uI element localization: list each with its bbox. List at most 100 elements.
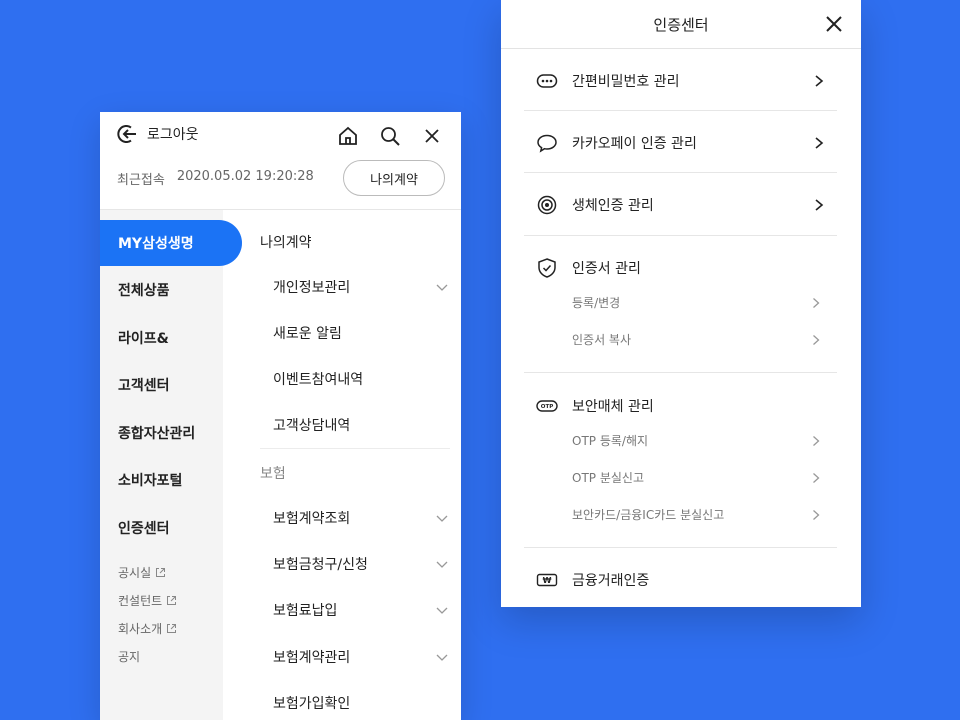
nav-link-notice[interactable]: 공지 <box>118 648 140 665</box>
nav-item-my[interactable]: MY삼성생명 <box>100 220 242 266</box>
sub-item-consultation-history[interactable]: 고객상담내역 <box>273 415 449 435</box>
logout-arrow-icon <box>117 125 136 143</box>
divider <box>524 110 837 111</box>
nav-item-customer-center[interactable]: 고객센터 <box>100 362 242 408</box>
nav-link-company[interactable]: 회사소개 <box>118 620 177 637</box>
nav-link-consultant[interactable]: 컨설턴트 <box>118 592 177 609</box>
sub-item-personal-info[interactable]: 개인정보관리 <box>273 277 449 297</box>
sub-item-event-history[interactable]: 이벤트참여내역 <box>273 369 449 389</box>
close-icon[interactable] <box>419 123 445 149</box>
divider <box>524 372 837 373</box>
side-menu-panel: 로그아웃 최근접속 2020.05.02 19:20:28 나의계약 MY삼성생… <box>100 112 461 720</box>
divider <box>524 235 837 236</box>
nav-link-label: 회사소개 <box>118 622 163 636</box>
chevron-right-icon <box>813 334 820 345</box>
divider <box>260 448 450 449</box>
sub-item-label: 보험료납입 <box>273 603 338 619</box>
chevron-down-icon <box>436 284 448 291</box>
section-title-insurance: 보험 <box>260 466 286 482</box>
nav-item-life[interactable]: 라이프& <box>100 315 242 361</box>
sub-item-label: 보험계약관리 <box>273 650 351 666</box>
my-contract-button[interactable]: 나의계약 <box>343 160 445 196</box>
chevron-right-icon <box>813 435 820 446</box>
row-security-media: OTP 보안매체 관리 <box>536 395 826 417</box>
external-link-icon <box>156 568 166 577</box>
won-card-icon: ₩ <box>536 569 558 591</box>
sub-item-label: 고객상담내역 <box>273 418 351 434</box>
divider <box>524 172 837 173</box>
logout-button[interactable]: 로그아웃 <box>117 123 199 145</box>
won-badge-text: ₩ <box>543 576 552 585</box>
sub-item-label: 새로운 알림 <box>273 326 342 342</box>
nav-item-consumer-portal[interactable]: 소비자포털 <box>100 457 242 503</box>
otp-badge-text: OTP <box>541 404 553 410</box>
external-link-icon <box>167 624 177 633</box>
chevron-right-icon <box>815 199 824 211</box>
menu-header: 로그아웃 최근접속 2020.05.02 19:20:28 나의계약 <box>100 112 461 210</box>
sub-row-label: OTP 분실신고 <box>572 471 644 485</box>
section-title-my-contract: 나의계약 <box>260 235 312 251</box>
nav-link-disclosure[interactable]: 공시실 <box>118 564 166 581</box>
close-icon <box>826 16 842 32</box>
chevron-right-icon <box>813 509 820 520</box>
sub-item-contract-management[interactable]: 보험계약관리 <box>273 647 449 667</box>
sub-item-label: 개인정보관리 <box>273 280 351 296</box>
recent-login-time: 2020.05.02 19:20:28 <box>176 169 314 184</box>
auth-center-panel: 인증센터 간편비밀번호 관리 카카오페이 인증 관리 생체인증 관리 인증서 관… <box>501 0 861 607</box>
sub-row-label: OTP 등록/해지 <box>572 434 649 448</box>
row-financial-auth[interactable]: ₩ 금융거래인증 <box>536 569 826 591</box>
sub-item-claim[interactable]: 보험금청구/신청 <box>273 554 449 574</box>
sub-item-label: 보험금청구/신청 <box>273 557 368 573</box>
search-icon[interactable] <box>377 123 403 149</box>
dots-bubble-icon <box>536 70 558 92</box>
sub-row-card-lost[interactable]: 보안카드/금융IC카드 분실신고 <box>572 506 822 523</box>
chevron-down-icon <box>436 654 448 661</box>
sub-menu: 나의계약 개인정보관리 새로운 알림 이벤트참여내역 고객상담내역 보험 보험계… <box>223 210 461 720</box>
chevron-down-icon <box>436 515 448 522</box>
sub-item-contract-inquiry[interactable]: 보험계약조회 <box>273 508 449 528</box>
nav-link-label: 공시실 <box>118 566 152 580</box>
row-kakaopay[interactable]: 카카오페이 인증 관리 <box>536 132 826 154</box>
sub-item-subscription-check[interactable]: 보험가입확인 <box>273 693 449 713</box>
sub-row-cert-register[interactable]: 등록/변경 <box>572 294 822 311</box>
sub-item-label: 보험계약조회 <box>273 511 351 527</box>
chevron-right-icon <box>813 297 820 308</box>
nav-item-auth-center[interactable]: 인증센터 <box>100 505 242 551</box>
recent-login-label: 최근접속 <box>117 173 165 188</box>
row-label: 카카오페이 인증 관리 <box>572 136 697 152</box>
speech-bubble-icon <box>536 132 558 154</box>
external-link-icon <box>167 596 177 605</box>
chevron-right-icon <box>813 472 820 483</box>
sub-item-new-notice[interactable]: 새로운 알림 <box>273 323 449 343</box>
main-nav: MY삼성생명 전체상품 라이프& 고객센터 종합자산관리 소비자포털 인증센터 … <box>100 210 242 720</box>
nav-item-all-products[interactable]: 전체상품 <box>100 267 242 313</box>
row-label: 금융거래인증 <box>572 573 650 589</box>
nav-item-asset-management[interactable]: 종합자산관리 <box>100 410 242 456</box>
page-title: 인증센터 <box>653 16 709 34</box>
biometric-icon <box>536 194 558 216</box>
shield-check-icon <box>536 257 558 279</box>
sub-row-cert-copy[interactable]: 인증서 복사 <box>572 331 822 348</box>
chevron-right-icon <box>815 75 824 87</box>
sub-item-label: 이벤트참여내역 <box>273 372 364 388</box>
chevron-right-icon <box>815 137 824 149</box>
row-certificate: 인증서 관리 <box>536 257 826 279</box>
sub-row-otp-lost[interactable]: OTP 분실신고 <box>572 469 822 486</box>
sub-item-premium-payment[interactable]: 보험료납입 <box>273 600 449 620</box>
nav-link-label: 컨설턴트 <box>118 594 163 608</box>
row-label: 간편비밀번호 관리 <box>572 74 680 90</box>
chevron-down-icon <box>436 607 448 614</box>
sub-row-label: 인증서 복사 <box>572 333 632 347</box>
row-simple-password[interactable]: 간편비밀번호 관리 <box>536 70 826 92</box>
home-icon[interactable] <box>335 123 361 149</box>
sub-row-otp-register[interactable]: OTP 등록/해지 <box>572 432 822 449</box>
sub-row-label: 보안카드/금융IC카드 분실신고 <box>572 508 725 522</box>
row-biometric[interactable]: 생체인증 관리 <box>536 194 826 216</box>
close-button[interactable] <box>823 13 845 35</box>
otp-icon: OTP <box>536 395 558 417</box>
row-label: 인증서 관리 <box>572 261 641 277</box>
chevron-down-icon <box>436 561 448 568</box>
row-label: 생체인증 관리 <box>572 198 654 214</box>
sub-row-label: 등록/변경 <box>572 296 621 310</box>
recent-login: 최근접속 2020.05.02 19:20:28 <box>117 169 314 188</box>
